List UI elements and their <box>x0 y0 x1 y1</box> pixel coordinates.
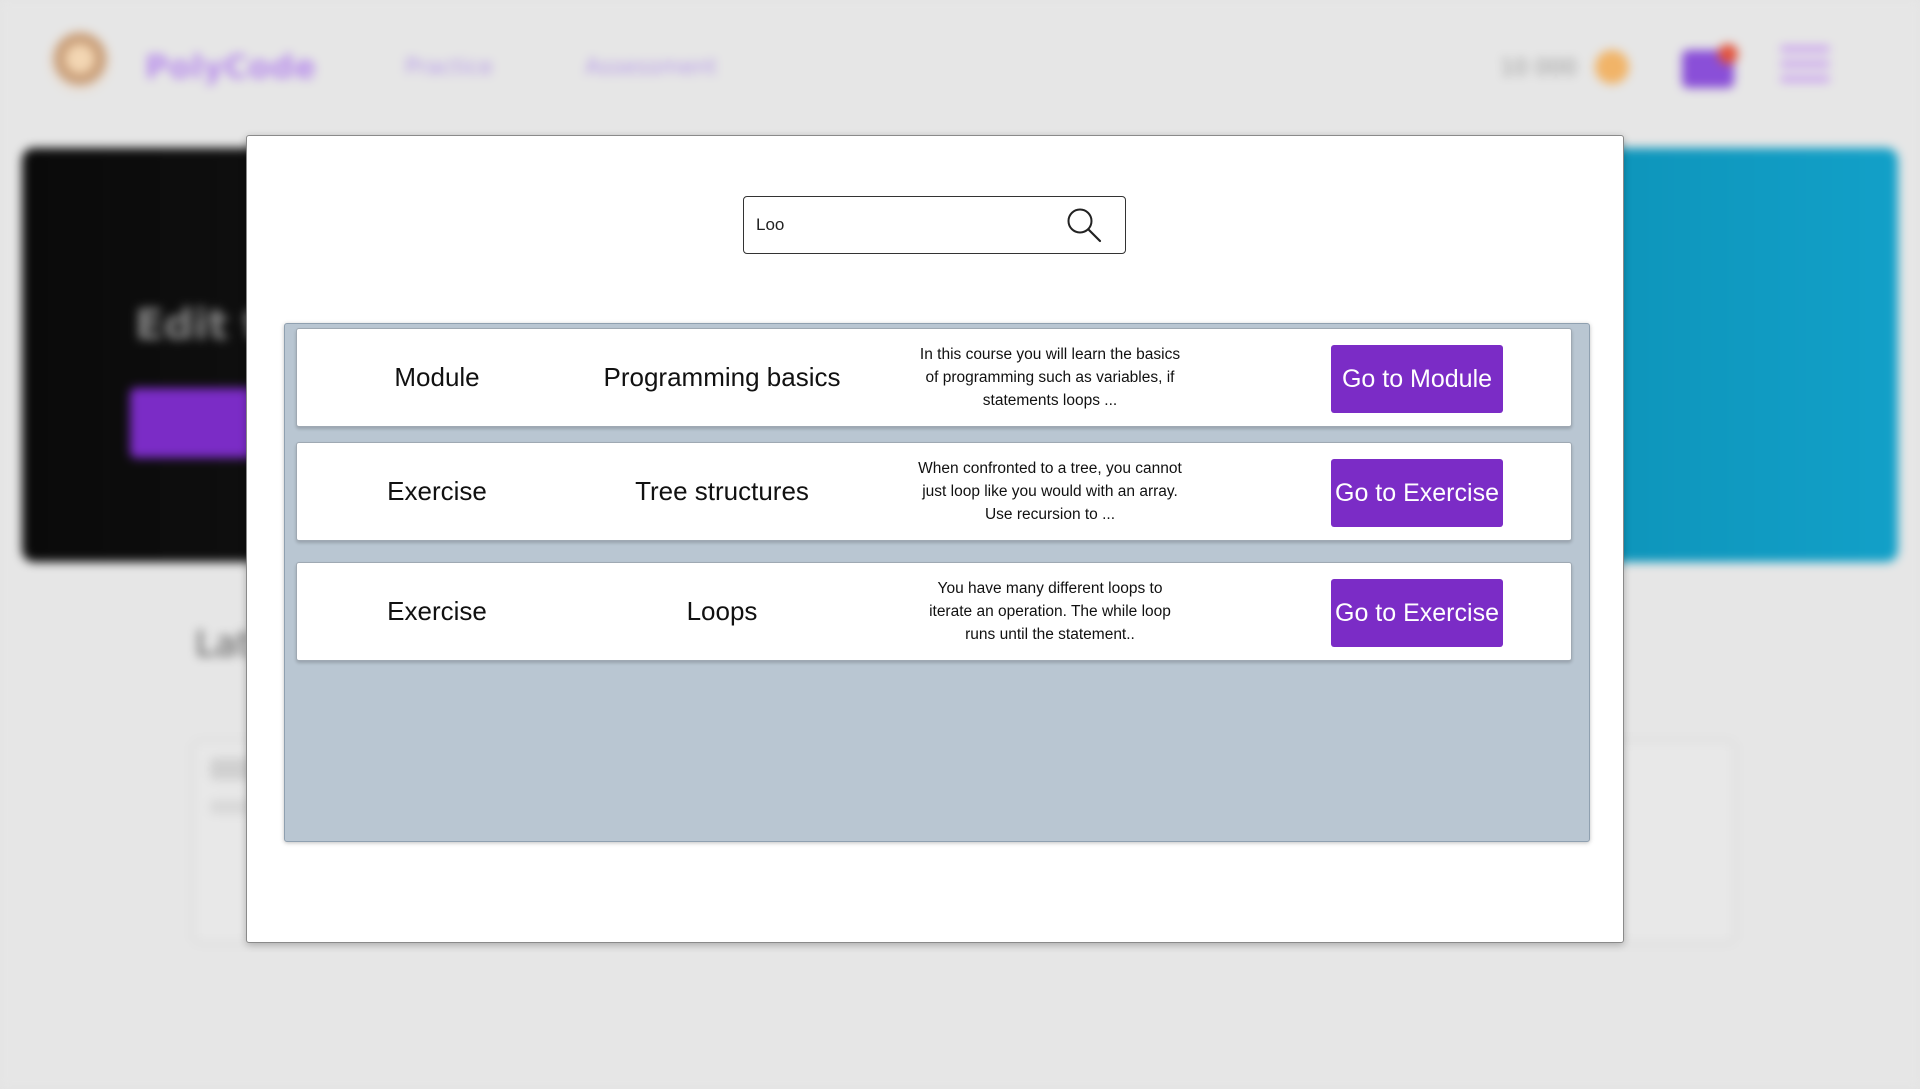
menu-icon <box>1780 46 1830 88</box>
coins-count: 10 000 <box>1500 56 1577 81</box>
result-title: Programming basics <box>603 362 841 392</box>
notification-badge <box>1718 44 1738 64</box>
page: PolyCode Practice Assessment 10 000 Edit… <box>0 0 1920 1089</box>
result-title: Loops <box>686 596 758 626</box>
go-to-exercise-button[interactable]: Go to Exercise <box>1331 579 1503 647</box>
nav-assessment: Assessment <box>585 55 717 80</box>
result-description: In this course you will learn the basics… <box>919 346 1181 409</box>
result-type: Exercise <box>387 596 487 626</box>
search-results-panel: Module Programming basics In this course… <box>284 323 1590 842</box>
go-to-exercise-button[interactable]: Go to Exercise <box>1331 459 1503 527</box>
result-row-loops: Exercise Loops You have many different l… <box>296 562 1572 661</box>
nav-practice: Practice <box>405 55 493 80</box>
result-description: When confronted to a tree, you cannot ju… <box>918 460 1182 523</box>
search-icon[interactable] <box>1065 206 1103 244</box>
brand-name: PolyCode <box>145 48 317 86</box>
search-modal: Module Programming basics In this course… <box>246 135 1624 943</box>
result-type: Exercise <box>387 476 487 506</box>
coin-icon <box>1595 50 1629 84</box>
result-type: Module <box>394 362 480 392</box>
section-title: Lat <box>195 624 252 665</box>
app-logo <box>48 30 112 94</box>
result-title: Tree structures <box>635 476 809 506</box>
result-row-tree-structures: Exercise Tree structures When confronted… <box>296 442 1572 541</box>
result-row-programming-basics: Module Programming basics In this course… <box>296 328 1572 427</box>
search-input[interactable] <box>756 197 1056 253</box>
search-box <box>743 196 1126 254</box>
go-to-module-button[interactable]: Go to Module <box>1331 345 1503 413</box>
result-description: You have many different loops to iterate… <box>929 580 1171 643</box>
